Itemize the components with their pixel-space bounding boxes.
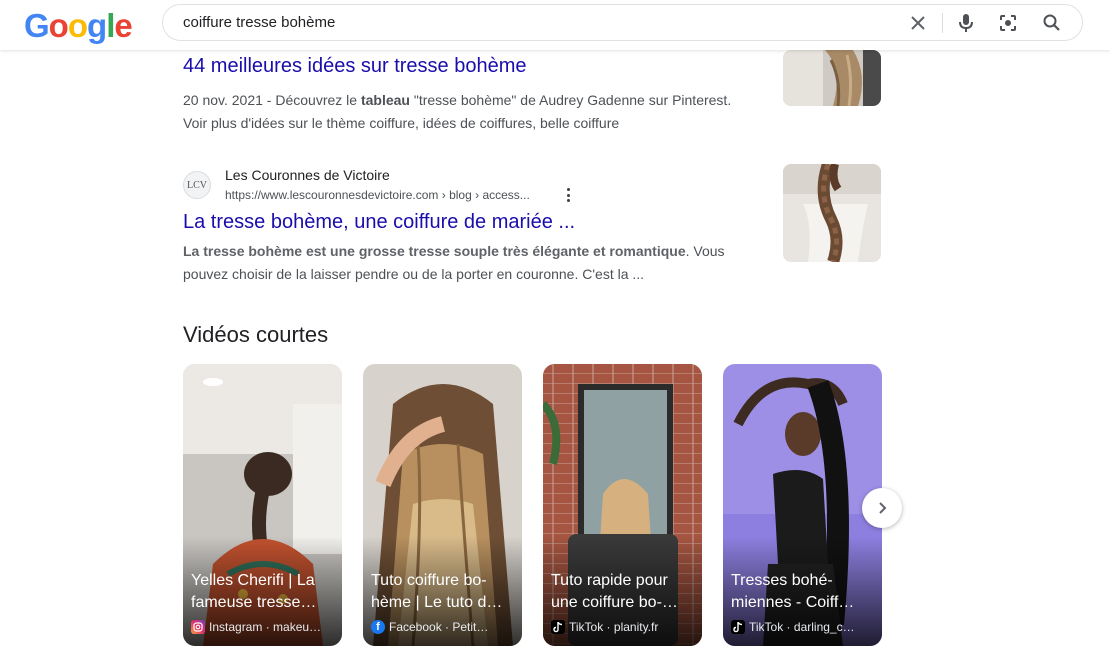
clear-icon[interactable]	[907, 12, 929, 34]
video-card[interactable]: Tuto coiffure bo-hème | Le tuto d… f Fac…	[363, 364, 522, 646]
video-title: Yelles Cherifi | La fameuse tresse…	[191, 572, 317, 611]
next-button[interactable]	[862, 488, 902, 528]
site-name[interactable]: Les Couronnes de Victoire	[225, 167, 390, 183]
more-options-icon[interactable]	[562, 186, 574, 204]
video-source: Instagram · makeu…	[191, 620, 336, 634]
video-card[interactable]: Tresses bohé-miennes - Coiff… TikTok · d…	[723, 364, 882, 646]
short-videos-heading: Vidéos courtes	[183, 322, 329, 347]
search-box	[162, 4, 1083, 41]
search-icon[interactable]	[1041, 12, 1063, 34]
result-thumbnail-2[interactable]	[783, 164, 881, 262]
tiktok-icon	[731, 620, 745, 634]
microphone-icon[interactable]	[955, 12, 977, 34]
video-source-label: TikTok · planity.fr	[569, 620, 659, 634]
snippet-bold: tableau	[360, 92, 410, 108]
site-url[interactable]: https://www.lescouronnesdevictoire.com ›…	[225, 188, 530, 202]
video-source: TikTok · planity.fr	[551, 620, 696, 634]
chevron-right-icon	[879, 502, 887, 514]
video-title: Tresses bohé-miennes - Coiff…	[731, 572, 855, 611]
video-source-label: Instagram · makeu…	[209, 620, 322, 634]
snippet-bold: La tresse bohème est une grosse tresse s…	[183, 243, 686, 259]
search-input[interactable]	[183, 14, 783, 31]
result-snippet-2: La tresse bohème est une grosse tresse s…	[183, 240, 743, 286]
header: Google	[0, 0, 1110, 50]
video-title: Tuto coiffure bo-hème | Le tuto d…	[371, 572, 503, 611]
video-title: Tuto rapide pour une coiffure bo-…	[551, 572, 678, 611]
facebook-icon: f	[371, 620, 385, 634]
video-source: f Facebook · Petit…	[371, 620, 516, 634]
video-card[interactable]: Tuto rapide pour une coiffure bo-… TikTo…	[543, 364, 702, 646]
video-source-label: TikTok · darling_c…	[749, 620, 855, 634]
google-logo[interactable]: Google	[24, 7, 133, 45]
search-divider	[942, 13, 943, 33]
video-source-label: Facebook · Petit…	[389, 620, 489, 634]
result-thumbnail-1[interactable]	[783, 50, 881, 106]
video-card[interactable]: Yelles Cherifi | La fameuse tresse… Inst…	[183, 364, 342, 646]
site-favicon[interactable]: LCV	[183, 171, 211, 199]
camera-lens-icon[interactable]	[997, 12, 1019, 34]
instagram-icon	[191, 620, 205, 634]
result-snippet-1: 20 nov. 2021 - Découvrez le tableau "tre…	[183, 89, 743, 135]
tiktok-icon	[551, 620, 565, 634]
result-title-1[interactable]: 44 meilleures idées sur tresse bohème	[183, 55, 527, 78]
result-title-2[interactable]: La tresse bohème, une coiffure de mariée…	[183, 211, 575, 234]
video-source: TikTok · darling_c…	[731, 620, 876, 634]
snippet-text: 20 nov. 2021 - Découvrez le	[183, 92, 361, 108]
